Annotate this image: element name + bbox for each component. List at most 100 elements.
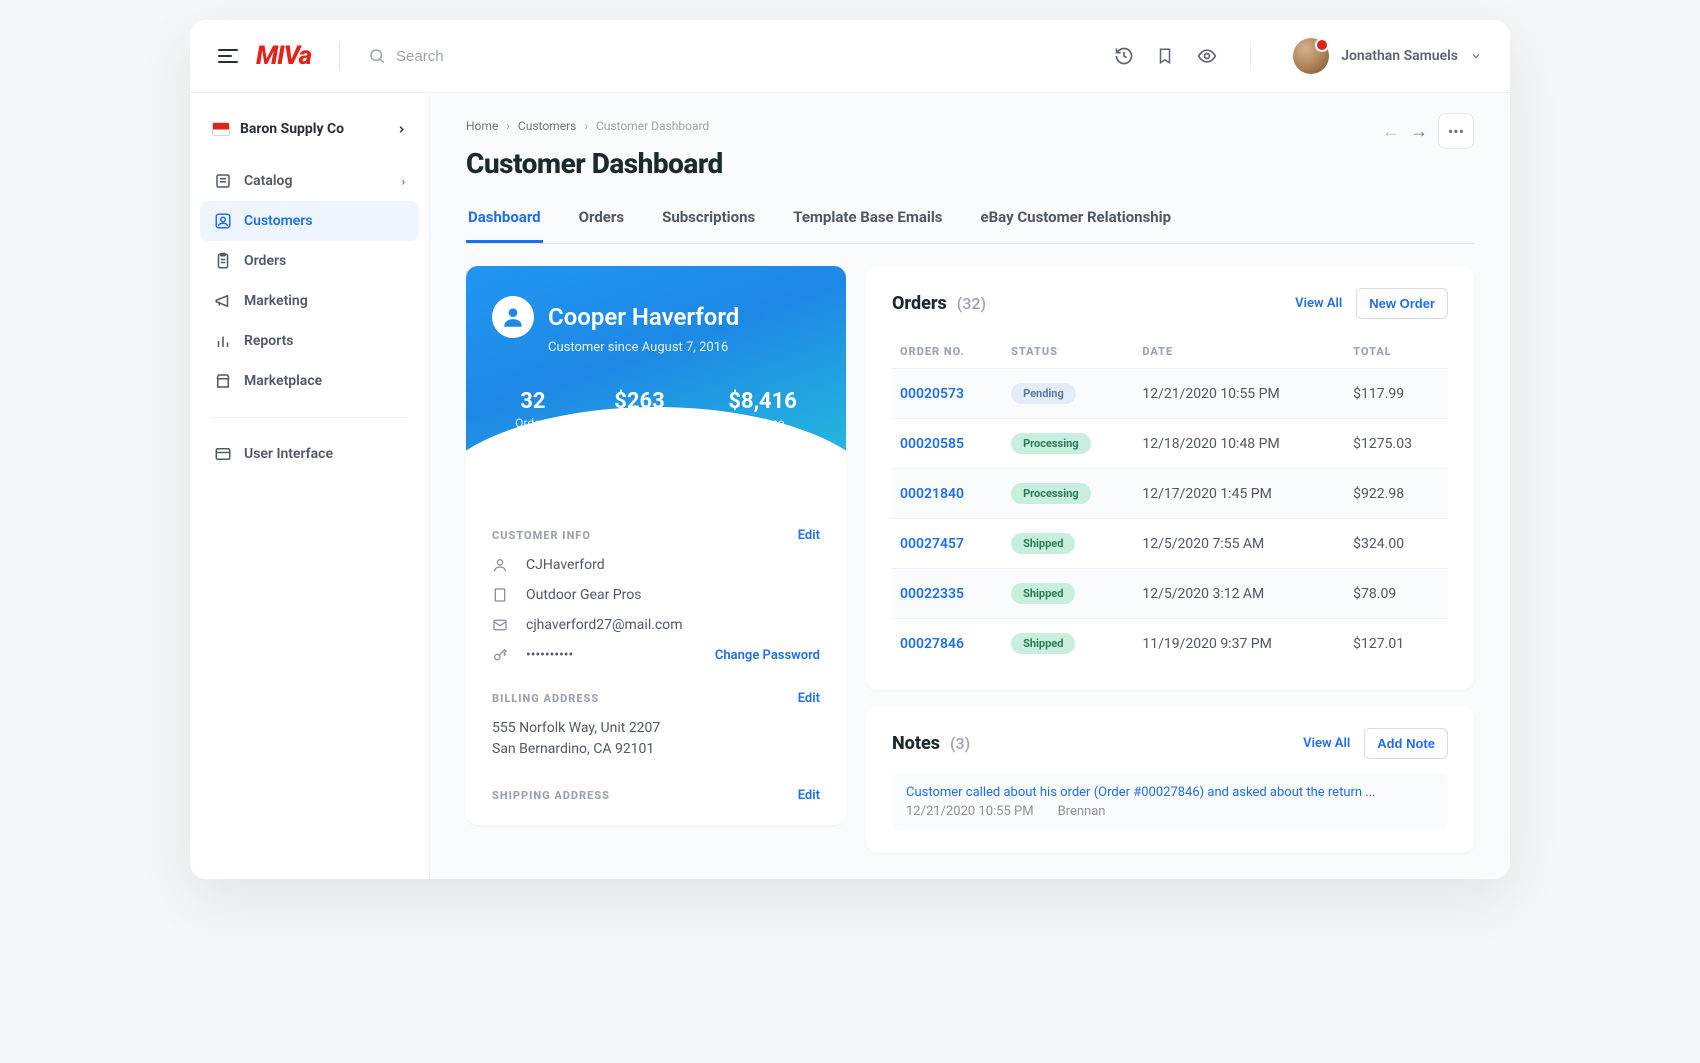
sidebar-item-reports[interactable]: Reports (200, 321, 419, 361)
status-badge: Shipped (1011, 583, 1075, 604)
building-icon (492, 587, 512, 603)
chevron-right-icon: › (402, 175, 405, 188)
store-switcher[interactable]: Baron Supply Co (190, 111, 429, 155)
change-password-link[interactable]: Change Password (715, 648, 820, 663)
person-icon (492, 296, 534, 338)
customer-name: Cooper Haverford (548, 303, 739, 331)
avatar (1293, 38, 1329, 74)
menu-toggle-icon[interactable] (218, 49, 238, 63)
sidebar-item-label: Reports (244, 333, 294, 349)
order-number-link[interactable]: 00021840 (900, 486, 964, 502)
table-row[interactable]: 00027846Shipped11/19/2020 9:37 PM$127.01 (892, 619, 1448, 669)
tab-orders[interactable]: Orders (577, 198, 626, 243)
eye-icon[interactable] (1196, 46, 1218, 66)
order-number-link[interactable]: 00027846 (900, 636, 964, 652)
order-total: $922.98 (1345, 469, 1448, 519)
notes-title: Notes (892, 733, 940, 754)
bookmark-icon[interactable] (1156, 46, 1174, 66)
store-icon (212, 122, 230, 136)
orders-panel: Orders (32) View All New Order ORDER NO.… (866, 266, 1474, 690)
logo[interactable]: MIVa (256, 41, 311, 71)
sidebar-item-label: User Interface (244, 446, 333, 462)
notes-view-all[interactable]: View All (1303, 736, 1350, 751)
order-total: $324.00 (1345, 519, 1448, 569)
divider (339, 42, 340, 70)
customer-info-header: CUSTOMER INFO Edit (492, 528, 820, 543)
search[interactable] (368, 47, 1096, 65)
sidebar-item-label: Marketplace (244, 373, 322, 389)
order-total: $1275.03 (1345, 419, 1448, 469)
orders-count: (32) (957, 294, 986, 313)
column-header: ORDER NO. (892, 335, 1003, 369)
sidebar-item-marketplace[interactable]: Marketplace (200, 361, 419, 401)
customer-email: cjhaverford27@mail.com (526, 617, 683, 633)
order-date: 12/18/2020 10:48 PM (1134, 419, 1345, 469)
search-input[interactable] (396, 48, 656, 65)
customers-icon (214, 212, 232, 230)
order-number-link[interactable]: 00020585 (900, 436, 964, 452)
tab-template-base-emails[interactable]: Template Base Emails (791, 198, 944, 243)
table-row[interactable]: 00027457Shipped12/5/2020 7:55 AM$324.00 (892, 519, 1448, 569)
notes-count: (3) (950, 734, 970, 753)
order-number-link[interactable]: 00020573 (900, 386, 964, 402)
breadcrumb: Home › Customers › Customer Dashboard (466, 119, 1474, 133)
user-menu[interactable]: Jonathan Samuels (1293, 38, 1482, 74)
orders-view-all[interactable]: View All (1295, 296, 1342, 311)
main: Home › Customers › Customer Dashboard ← … (430, 93, 1510, 879)
note-author: Brennan (1058, 804, 1106, 819)
column-header: DATE (1134, 335, 1345, 369)
stat-lifetime: $8,416 Lifetime (728, 389, 797, 430)
order-date: 12/21/2020 10:55 PM (1134, 369, 1345, 419)
customer-card: Cooper Haverford Customer since August 7… (466, 266, 846, 825)
marketing-icon (214, 292, 232, 310)
billing-address: 555 Norfolk Way, Unit 2207 San Bernardin… (492, 718, 820, 760)
orders-icon (214, 252, 232, 270)
order-number-link[interactable]: 00022335 (900, 586, 964, 602)
note-item[interactable]: Customer called about his order (Order #… (892, 773, 1448, 831)
customer-since: Customer since August 7, 2016 (548, 340, 820, 355)
user-icon (492, 557, 512, 573)
note-text[interactable]: Customer called about his order (Order #… (906, 785, 1434, 800)
column-header: STATUS (1003, 335, 1134, 369)
order-total: $117.99 (1345, 369, 1448, 419)
sidebar-item-catalog[interactable]: Catalog› (200, 161, 419, 201)
customer-username: CJHaverford (526, 557, 605, 573)
tab-dashboard[interactable]: Dashboard (466, 198, 543, 243)
sidebar-item-label: Orders (244, 253, 286, 269)
edit-customer-info[interactable]: Edit (798, 528, 820, 543)
reports-icon (214, 332, 232, 350)
prev-record-button[interactable]: ← (1382, 121, 1400, 142)
add-note-button[interactable]: Add Note (1364, 728, 1448, 759)
sidebar-item-customers[interactable]: Customers (200, 201, 419, 241)
tabs: Dashboard Orders Subscriptions Template Bas… (466, 198, 1474, 244)
chevron-down-icon (1470, 50, 1482, 62)
table-row[interactable]: 00022335Shipped12/5/2020 3:12 AM$78.09 (892, 569, 1448, 619)
next-record-button[interactable]: → (1410, 121, 1428, 142)
edit-shipping[interactable]: Edit (798, 788, 820, 803)
new-order-button[interactable]: New Order (1356, 288, 1448, 319)
note-date: 12/21/2020 10:55 PM (906, 804, 1034, 819)
order-number-link[interactable]: 00027457 (900, 536, 964, 552)
sidebar-item-label: Customers (244, 213, 313, 229)
status-badge: Pending (1011, 383, 1076, 404)
card-icon (214, 445, 232, 463)
tab-subscriptions[interactable]: Subscriptions (660, 198, 757, 243)
sidebar-item-user-interface[interactable]: User Interface (200, 434, 419, 474)
edit-billing[interactable]: Edit (798, 691, 820, 706)
breadcrumb-customers[interactable]: Customers (518, 119, 576, 133)
sidebar-item-marketing[interactable]: Marketing (200, 281, 419, 321)
more-button[interactable]: ••• (1438, 113, 1474, 149)
page-actions: ← → ••• (1382, 113, 1474, 149)
order-date: 11/19/2020 9:37 PM (1134, 619, 1345, 669)
table-row[interactable]: 00020573 Pending 12/21/2020 10:55 PM$117.9… (892, 369, 1448, 419)
history-icon[interactable] (1114, 46, 1134, 66)
tab-ebay-customer-relationship[interactable]: eBay Customer Relationship (979, 198, 1174, 243)
table-row[interactable]: 00021840Processing12/17/2020 1:45 PM$922… (892, 469, 1448, 519)
sidebar-item-orders[interactable]: Orders (200, 241, 419, 281)
sidebar-item-label: Marketing (244, 293, 308, 309)
status-badge: Shipped (1011, 633, 1075, 654)
order-date: 12/5/2020 3:12 AM (1134, 569, 1345, 619)
breadcrumb-home[interactable]: Home (466, 119, 498, 133)
status-badge: Shipped (1011, 533, 1075, 554)
table-row[interactable]: 00020585Processing12/18/2020 10:48 PM$12… (892, 419, 1448, 469)
